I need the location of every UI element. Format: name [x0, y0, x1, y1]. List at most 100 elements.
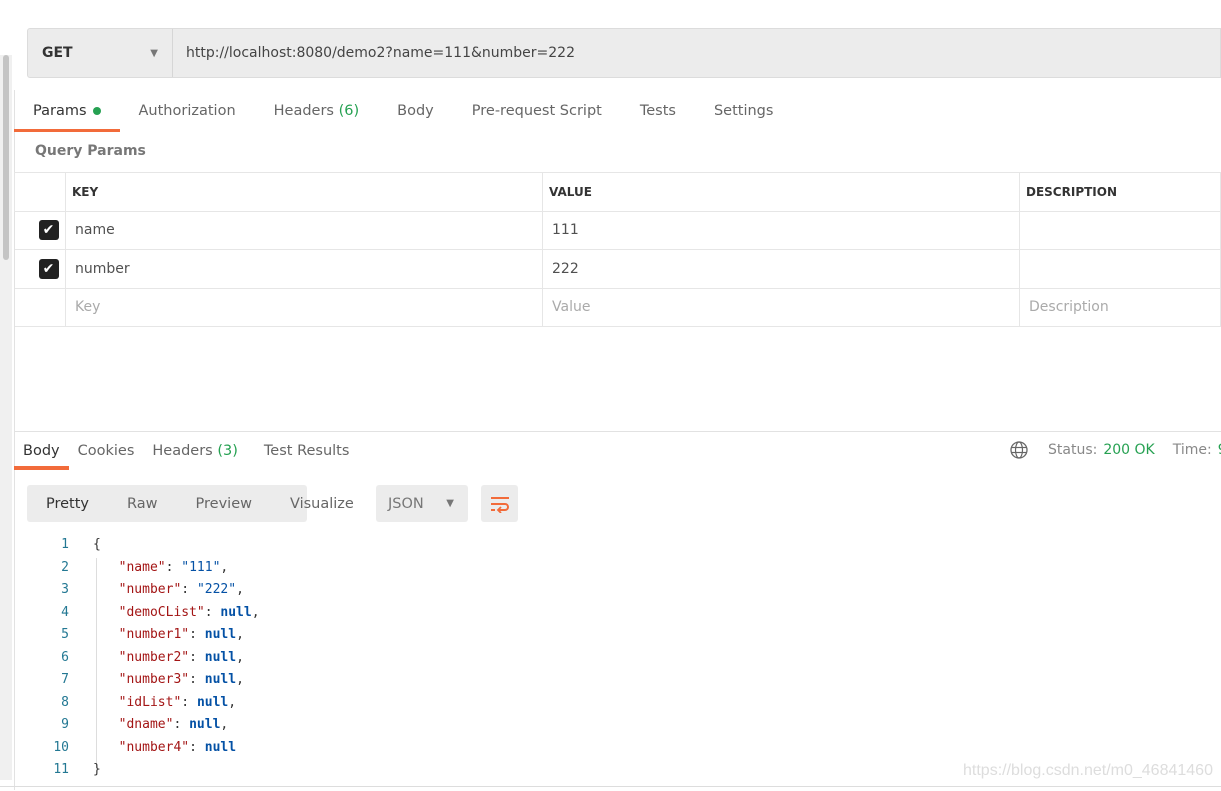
wrap-lines-icon	[490, 496, 509, 513]
param-value[interactable]: 222	[542, 249, 1020, 289]
response-tab-body[interactable]: Body	[14, 436, 69, 470]
code-text: "demoCList": null,	[69, 602, 260, 625]
code-text: "number2": null,	[69, 647, 244, 670]
code-line: 9 "dname": null,	[0, 714, 260, 737]
response-tab-test-results[interactable]: Test Results	[247, 436, 359, 470]
tab-params[interactable]: Params	[14, 96, 120, 132]
params-table: KEY VALUE DESCRIPTION ✔ name 111 ✔ number 222 …	[14, 172, 1221, 327]
code-token: null	[204, 672, 237, 687]
response-tab-cookies[interactable]: Cookies	[69, 436, 144, 470]
scrollbar-thumb[interactable]	[3, 55, 9, 260]
bottom-border	[0, 786, 1221, 787]
code-token: ,	[236, 582, 244, 597]
code-text: "number4": null	[69, 737, 236, 760]
tab-pre-request-script[interactable]: Pre-request Script	[453, 96, 621, 132]
view-preview[interactable]: Preview	[177, 496, 271, 512]
code-line: 2 "name": "111",	[0, 557, 260, 580]
tab-settings[interactable]: Settings	[695, 96, 792, 132]
response-body[interactable]: 1{2 "name": "111", 3 "number": "222", 4 "d…	[0, 534, 260, 782]
code-line: 8 "idList": null,	[0, 692, 260, 715]
line-number: 4	[61, 604, 69, 620]
code-token: :	[189, 649, 205, 665]
new-description-input[interactable]: Description	[1019, 287, 1221, 327]
code-token: :	[181, 694, 197, 710]
code-token: null	[189, 717, 221, 732]
code-token: "dname"	[118, 717, 174, 732]
line-number: 8	[61, 694, 69, 710]
line-number: 11	[53, 762, 69, 777]
format-select[interactable]: JSON ▼	[376, 485, 468, 522]
param-value[interactable]: 111	[542, 210, 1020, 250]
code-token: :	[165, 559, 182, 575]
query-params-title: Query Params	[35, 143, 146, 159]
code-text: }	[69, 759, 101, 782]
tab-label: Authorization	[138, 103, 236, 119]
code-text: "number": "222",	[69, 579, 244, 602]
param-key[interactable]: name	[65, 210, 543, 250]
code-token: ,	[236, 649, 244, 665]
checkbox-checked-icon[interactable]: ✔	[38, 220, 59, 241]
view-pretty[interactable]: Pretty	[27, 496, 108, 512]
code-token: null	[220, 604, 252, 620]
status-value: 200 OK	[1103, 442, 1155, 458]
new-key-input[interactable]: Key	[65, 287, 543, 327]
table-row: ✔ name 111	[14, 210, 1221, 250]
line-number: 3	[61, 582, 69, 597]
tab-headers[interactable]: Headers (6)	[255, 96, 379, 132]
url-input[interactable]: http://localhost:8080/demo2?name=111&num…	[173, 29, 575, 77]
tab-label: Body	[23, 443, 60, 459]
tab-label: Params	[33, 103, 87, 119]
tab-label: Settings	[713, 103, 774, 119]
param-description[interactable]	[1019, 210, 1221, 250]
code-token: ,	[220, 559, 229, 575]
line-number: 6	[61, 649, 69, 665]
code-token: }	[93, 762, 101, 777]
method-select[interactable]: GET ▼	[28, 29, 173, 77]
table-row-new: Key Value Description	[14, 287, 1221, 327]
code-token: ,	[236, 627, 244, 642]
line-number: 10	[53, 739, 69, 755]
checkbox-checked-icon[interactable]: ✔	[38, 258, 59, 279]
checkbox-column	[14, 172, 66, 212]
code-line: 5 "number1": null,	[0, 624, 260, 647]
code-token: :	[204, 604, 221, 620]
view-visualize[interactable]: Visualize	[271, 496, 373, 512]
param-description[interactable]	[1019, 249, 1221, 289]
tab-body[interactable]: Body	[378, 96, 453, 132]
param-key[interactable]: number	[65, 249, 543, 289]
code-token: ,	[236, 672, 244, 687]
code-token: "demoCList"	[118, 604, 205, 620]
description-header: DESCRIPTION	[1019, 172, 1221, 212]
tab-tests[interactable]: Tests	[621, 96, 695, 132]
wrap-lines-button[interactable]	[481, 485, 518, 522]
code-line: 7 "number3": null,	[0, 669, 260, 692]
active-indicator-icon	[92, 107, 101, 115]
code-token: {	[93, 537, 101, 552]
chevron-down-icon: ▼	[150, 47, 158, 59]
key-header: KEY	[65, 172, 543, 212]
code-text: {	[69, 534, 101, 557]
response-divider	[14, 431, 1221, 432]
value-header: VALUE	[542, 172, 1020, 212]
view-mode-selector: Pretty Raw Preview Visualize	[27, 485, 354, 522]
view-raw[interactable]: Raw	[108, 496, 177, 512]
new-value-input[interactable]: Value	[542, 287, 1020, 327]
line-number: 2	[61, 559, 69, 575]
response-tab-headers[interactable]: Headers (3)	[143, 436, 247, 470]
code-token: "name"	[118, 559, 166, 575]
code-token: "number"	[118, 582, 182, 597]
format-label: JSON	[388, 495, 424, 512]
line-number: 5	[61, 627, 69, 642]
globe-icon[interactable]	[1010, 441, 1028, 459]
line-number: 7	[61, 672, 69, 687]
tab-authorization[interactable]: Authorization	[120, 96, 255, 132]
code-token: :	[189, 739, 205, 755]
